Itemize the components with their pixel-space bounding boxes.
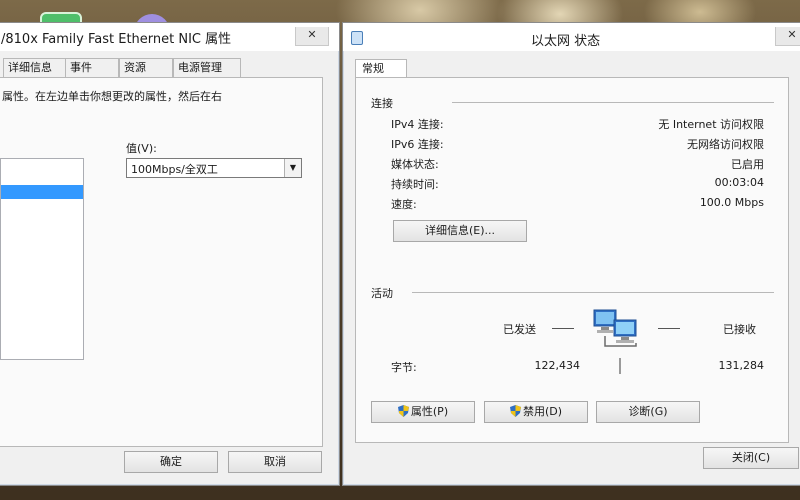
ipv4-value: 无 Internet 访问权限: [658, 118, 764, 131]
duration-value: 00:03:04: [714, 176, 764, 189]
tab-general[interactable]: 常规: [355, 59, 407, 78]
sent-label: 已发送: [503, 323, 536, 336]
uac-shield-icon: [397, 405, 409, 417]
uac-shield-icon: [509, 405, 521, 417]
title-bar[interactable]: /810x Family Fast Ethernet NIC 属性 ✕: [0, 23, 339, 51]
value-label: 值(V):: [126, 142, 157, 155]
connection-section-label: 连接: [371, 97, 393, 110]
close-window-button[interactable]: ✕: [775, 27, 800, 46]
property-list[interactable]: [0, 158, 84, 360]
network-computers-icon: [593, 309, 637, 347]
received-line: [658, 328, 680, 329]
details-button[interactable]: 详细信息(E)...: [393, 220, 527, 242]
received-label: 已接收: [723, 323, 756, 336]
media-state-value: 已启用: [731, 158, 764, 171]
selected-property-row[interactable]: [1, 185, 83, 199]
properties-button-label: 属性(P): [410, 405, 449, 418]
speed-value: 100.0 Mbps: [699, 196, 764, 209]
ipv4-label: IPv4 连接:: [391, 118, 444, 131]
close-window-button[interactable]: ✕: [295, 27, 329, 46]
bytes-received-value: 131,284: [718, 359, 765, 372]
nic-properties-window: /810x Family Fast Ethernet NIC 属性 ✕ 详细信息…: [0, 22, 340, 486]
bytes-sent-value: 122,434: [534, 359, 581, 372]
disable-button[interactable]: 禁用(D): [484, 401, 588, 423]
sent-line: [552, 328, 574, 329]
close-button[interactable]: 关闭(C): [703, 447, 799, 469]
chevron-down-icon[interactable]: ▼: [284, 159, 301, 177]
disable-button-label: 禁用(D): [522, 405, 563, 418]
tab-resources[interactable]: 资源: [119, 58, 173, 77]
title-bar[interactable]: 以太网 状态 ✕: [343, 23, 800, 51]
general-tab-panel: 连接 IPv4 连接: 无 Internet 访问权限 IPv6 连接: 无网络…: [355, 77, 789, 443]
activity-section-label: 活动: [371, 287, 393, 300]
tab-events[interactable]: 事件: [65, 58, 119, 77]
window-title: 以太网 状态: [531, 34, 601, 49]
speed-label: 速度:: [391, 198, 417, 211]
ipv6-value: 无网络访问权限: [687, 138, 764, 151]
advanced-tab-panel: 属性。在左边单击你想更改的属性，然后在右 值(V): 100Mbps/全双工 ▼: [0, 77, 323, 447]
tab-power-management[interactable]: 电源管理: [173, 58, 241, 77]
cancel-button[interactable]: 取消: [228, 451, 322, 473]
ok-button[interactable]: 确定: [124, 451, 218, 473]
window-title: /810x Family Fast Ethernet NIC 属性: [1, 32, 232, 47]
ipv6-label: IPv6 连接:: [391, 138, 444, 151]
tab-details[interactable]: 详细信息: [3, 58, 69, 77]
network-adapter-icon: [351, 31, 363, 45]
value-dropdown-selected: 100Mbps/全双工: [131, 163, 218, 176]
description-text: 属性。在左边单击你想更改的属性，然后在右: [2, 90, 222, 103]
value-dropdown[interactable]: 100Mbps/全双工 ▼: [126, 158, 302, 178]
media-state-label: 媒体状态:: [391, 158, 439, 171]
properties-button[interactable]: 属性(P): [371, 401, 475, 423]
activity-divider: [619, 358, 621, 374]
duration-label: 持续时间:: [391, 178, 439, 191]
section-divider: [412, 292, 774, 293]
section-divider: [452, 102, 774, 103]
diagnose-button[interactable]: 诊断(G): [596, 401, 700, 423]
ethernet-status-window: 以太网 状态 ✕ 常规 连接 IPv4 连接: 无 Internet 访问权限 …: [342, 22, 800, 486]
bytes-label: 字节:: [391, 361, 417, 374]
